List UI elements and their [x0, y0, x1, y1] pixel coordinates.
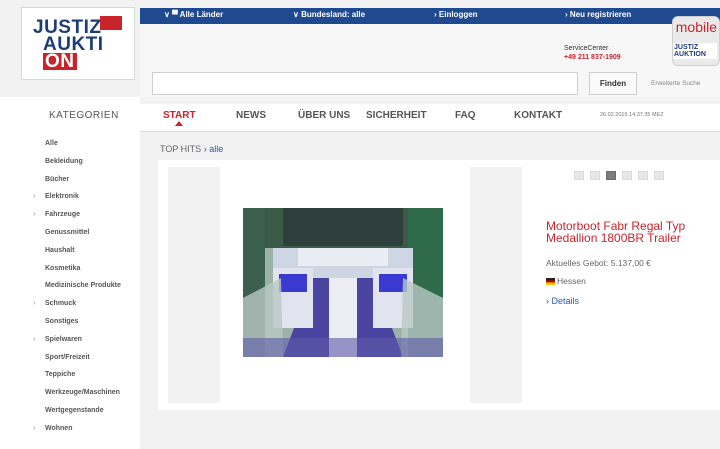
mobile-badge-text: mobile — [675, 19, 717, 35]
service-center-label: ServiceCenter — [564, 45, 609, 52]
active-nav-indicator-icon — [175, 121, 183, 126]
sidebar-category-item[interactable]: Wohnen — [45, 425, 72, 432]
top-hits-label: TOP HITS — [160, 144, 202, 154]
sidebar-category-item[interactable]: Bekleidung — [45, 158, 83, 165]
top-navigation-bar: ∨ ▀ Alle Länder ∨ Bundesland: alle › Ein… — [140, 8, 720, 24]
mobile-badge-logo: JUSTIZ AUKTION — [673, 43, 717, 59]
service-phone[interactable]: +49 211 837-1909 — [564, 53, 621, 62]
details-link[interactable]: › Details — [546, 296, 579, 306]
listing-photo[interactable] — [243, 208, 443, 357]
current-datetime: 26.02.2015 14:37:35 MEZ — [600, 112, 664, 118]
chevron-right-icon: › — [33, 211, 36, 218]
sidebar-category-item[interactable]: Genussmittel — [45, 229, 89, 236]
sidebar-category-item[interactable]: Kosmetika — [45, 265, 80, 272]
mobile-app-badge[interactable]: mobile JUSTIZ AUKTION — [672, 16, 720, 66]
sidebar-category-item[interactable]: Wertgegenstande — [45, 407, 104, 414]
carousel-dot[interactable] — [654, 171, 664, 180]
nav-news[interactable]: NEWS — [236, 110, 266, 121]
sidebar-category-item[interactable]: Elektronik — [45, 193, 79, 200]
sidebar-category-item[interactable]: Schmuck — [45, 300, 76, 307]
top-hits-breadcrumb: TOP HITS › alle — [160, 144, 223, 154]
sidebar-category-item[interactable]: Spielwaren — [45, 336, 82, 343]
nav-faq[interactable]: FAQ — [455, 110, 476, 121]
chevron-right-icon: › — [33, 425, 36, 432]
carousel-prev-panel[interactable] — [168, 167, 220, 403]
category-sidebar: KATEGORIEN — [0, 97, 140, 449]
logo-hammer-icon — [100, 16, 122, 30]
sidebar-category-item[interactable]: Teppiche — [45, 371, 75, 378]
listing-region: Hessen — [546, 276, 586, 286]
service-center: ServiceCenter +49 211 837-1909 — [564, 44, 621, 62]
top-hits-all-link[interactable]: › alle — [204, 144, 224, 154]
main-navigation: START NEWS ÜBER UNS SICHERHEIT FAQ KONTA… — [140, 104, 720, 132]
nav-about[interactable]: ÜBER UNS — [298, 110, 350, 121]
sidebar-category-item[interactable]: Haushalt — [45, 247, 75, 254]
site-logo[interactable]: JUSTIZ AUKTION — [21, 7, 135, 80]
state-selector[interactable]: ∨ Bundesland: alle — [293, 10, 365, 19]
categories-heading: KATEGORIEN — [49, 110, 119, 121]
sidebar-category-item[interactable]: Sport/Freizeit — [45, 354, 90, 361]
nav-start[interactable]: START — [163, 110, 196, 121]
country-selector[interactable]: ∨ ▀ Alle Länder — [164, 10, 223, 19]
carousel-dot[interactable] — [590, 171, 600, 180]
boat-photo-image — [243, 208, 443, 357]
sidebar-category-item[interactable]: Sonstiges — [45, 318, 78, 325]
chevron-right-icon: › — [33, 300, 36, 307]
carousel-next-panel[interactable] — [470, 167, 522, 403]
chevron-right-icon: › — [33, 336, 36, 343]
page: JUSTIZ AUKTION ∨ ▀ Alle Länder ∨ Bundesl… — [0, 0, 720, 449]
german-flag-icon — [546, 278, 555, 285]
sidebar-category-item[interactable]: Alle — [45, 140, 58, 147]
register-link[interactable]: › Neu registrieren — [565, 10, 631, 19]
listing-region-label: Hessen — [557, 276, 586, 286]
find-button[interactable]: Finden — [589, 72, 637, 95]
sidebar-category-item[interactable]: Fahrzeuge — [45, 211, 80, 218]
advanced-search-link[interactable]: Erweiterte Suche — [651, 80, 701, 87]
carousel-dot[interactable] — [574, 171, 584, 180]
sidebar-category-item[interactable]: Bücher — [45, 176, 69, 183]
carousel-dot[interactable] — [622, 171, 632, 180]
carousel-dot[interactable] — [606, 171, 616, 180]
carousel-dot[interactable] — [638, 171, 648, 180]
chevron-right-icon: › — [33, 193, 36, 200]
listing-price: Aktuelles Gebot: 5.137,00 € — [546, 258, 651, 268]
sidebar-category-item[interactable]: Medizinische Produkte — [45, 282, 121, 289]
logo-on: ON — [43, 51, 77, 72]
listing-title[interactable]: Motorboot Fabr Regal Typ Medallion 1800B… — [546, 220, 716, 244]
nav-security[interactable]: SICHERHEIT — [366, 110, 427, 121]
search-input[interactable] — [152, 72, 578, 95]
login-link[interactable]: › Einloggen — [434, 10, 478, 19]
sidebar-category-item[interactable]: Werkzeuge/Maschinen — [45, 389, 120, 396]
nav-contact[interactable]: KONTAKT — [514, 110, 562, 121]
